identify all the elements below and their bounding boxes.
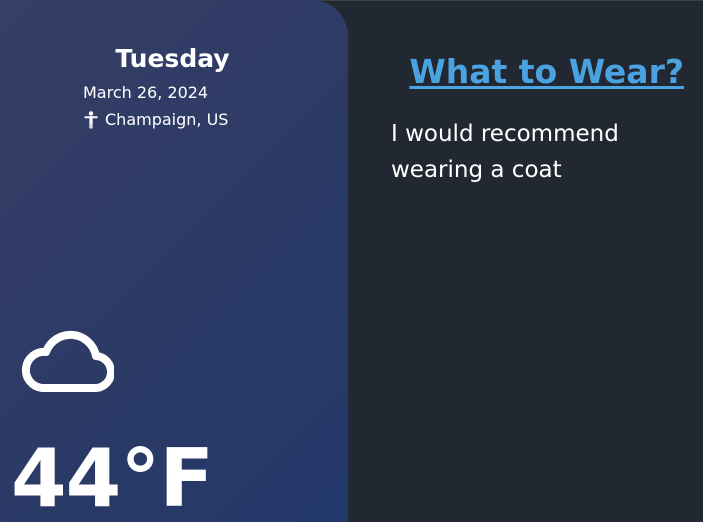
weather-card: Tuesday March 26, 2024 Champaign, US 44°… xyxy=(0,0,348,522)
recommendation-text: I would recommend wearing a coat xyxy=(391,121,619,183)
location-label: Champaign, US xyxy=(83,110,228,130)
location-text: Champaign, US xyxy=(105,110,229,129)
cloud-icon xyxy=(16,322,115,396)
temperature-value: 44°F xyxy=(11,432,214,522)
date-label: March 26, 2024 xyxy=(83,83,209,102)
day-label: Tuesday xyxy=(115,44,230,73)
what-to-wear-link[interactable]: What to Wear? xyxy=(409,52,684,92)
person-pin-icon xyxy=(83,111,99,129)
